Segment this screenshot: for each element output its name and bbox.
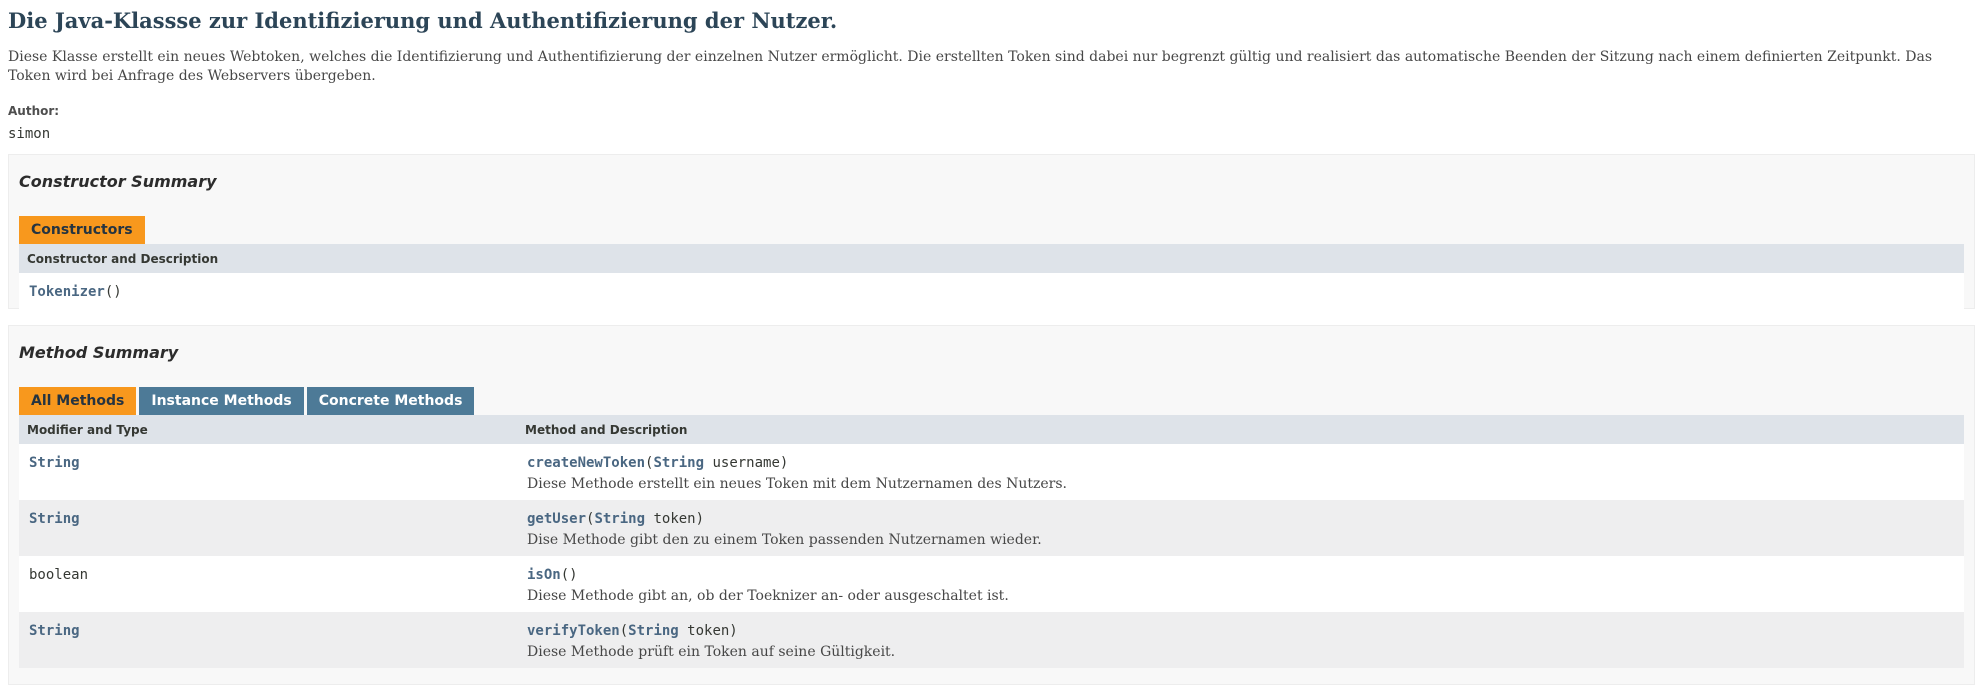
constructor-summary: Constructor Summary Constructors Constru… xyxy=(8,154,1975,315)
constructor-table: Constructor and Description Tokenizer() xyxy=(19,244,1964,315)
javadoc-page: Die Java-Klassse zur Identifizierung und… xyxy=(0,8,1983,143)
class-title: Die Java-Klassse zur Identifizierung und… xyxy=(8,8,838,33)
table-row: String getUser(String token) Dise Method… xyxy=(19,500,1964,556)
method-summary: Method Summary All Methods Instance Meth… xyxy=(8,325,1975,685)
method-paren: ( xyxy=(619,623,629,639)
author-label: Author: xyxy=(8,104,60,118)
constructor-params: () xyxy=(104,284,122,300)
method-description: Diese Methode erstellt ein neues Token m… xyxy=(527,476,1067,492)
method-link[interactable]: getUser xyxy=(527,511,586,527)
column-header-method: Method and Description xyxy=(517,415,1964,444)
method-params: () xyxy=(560,567,578,583)
tab-constructors[interactable]: Constructors xyxy=(19,216,145,244)
class-description: Diese Klasse erstellt ein neues Webtoken… xyxy=(8,49,1933,84)
param-type-link[interactable]: String xyxy=(653,455,704,471)
constructor-summary-title: Constructor Summary xyxy=(19,172,217,191)
tab-instance-methods[interactable]: Instance Methods xyxy=(139,387,304,415)
method-link[interactable]: verifyToken xyxy=(527,623,620,639)
param-name: token) xyxy=(645,511,705,527)
column-header: Constructor and Description xyxy=(19,244,1964,273)
table-row: String verifyToken(String token) Diese M… xyxy=(19,612,1964,668)
param-name: username) xyxy=(704,455,789,471)
method-link[interactable]: isOn xyxy=(527,567,561,583)
constructor-tabs: Constructors xyxy=(19,216,1964,244)
return-type: boolean xyxy=(29,567,89,583)
return-type-link[interactable]: String xyxy=(29,455,80,471)
method-table: Modifier and Type Method and Description… xyxy=(19,415,1964,668)
method-tabs: All Methods Instance Methods Concrete Me… xyxy=(19,387,1964,415)
tab-concrete-methods[interactable]: Concrete Methods xyxy=(306,387,475,415)
constructor-link[interactable]: Tokenizer xyxy=(29,284,105,300)
method-description: Diese Methode prüft ein Token auf seine … xyxy=(527,644,896,660)
tab-all-methods[interactable]: All Methods xyxy=(19,387,137,415)
method-link[interactable]: createNewToken xyxy=(527,455,645,471)
param-type-link[interactable]: String xyxy=(594,511,645,527)
method-summary-title: Method Summary xyxy=(19,343,179,362)
return-type-link[interactable]: String xyxy=(29,511,80,527)
return-type-link[interactable]: String xyxy=(29,623,80,639)
method-description: Diese Methode gibt an, ob der Toeknizer … xyxy=(527,588,1009,604)
column-header-modifier: Modifier and Type xyxy=(19,415,517,444)
author-value: simon xyxy=(8,126,51,142)
table-row: Tokenizer() xyxy=(19,273,1964,315)
table-row: String createNewToken(String username) D… xyxy=(19,444,1964,500)
param-type-link[interactable]: String xyxy=(628,623,679,639)
param-name: token) xyxy=(678,623,738,639)
table-row: boolean isOn() Diese Methode gibt an, ob… xyxy=(19,556,1964,612)
method-description: Dise Methode gibt den zu einem Token pas… xyxy=(527,532,1042,548)
